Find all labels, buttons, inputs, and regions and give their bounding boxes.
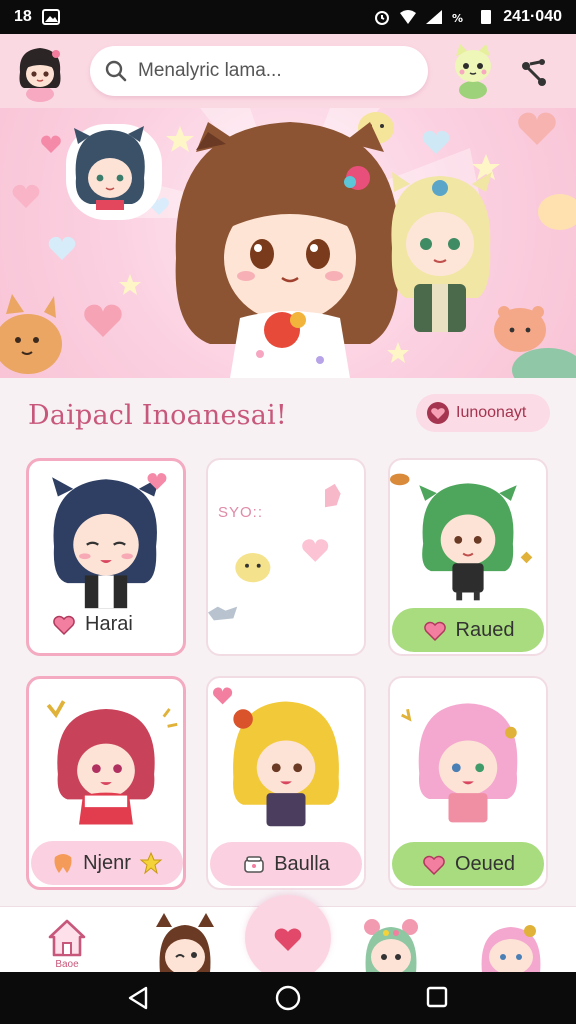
tooth-icon xyxy=(54,854,72,873)
sticker-blue-girl xyxy=(66,124,162,220)
heart-icon xyxy=(53,615,75,636)
pink-hair-avatar-icon xyxy=(481,925,541,973)
heart-icon xyxy=(423,621,446,642)
nav-character-pink[interactable] xyxy=(474,907,548,973)
nav-home[interactable]: Baoe xyxy=(40,907,94,973)
hero-banner[interactable] xyxy=(0,108,576,378)
character-portrait xyxy=(401,703,518,823)
status-time-right: 241·040 xyxy=(503,8,562,25)
profile-avatar[interactable] xyxy=(12,42,68,102)
search-icon xyxy=(105,60,127,82)
card-label-pill: Njenr xyxy=(31,841,183,885)
card-label-pill: Oeued xyxy=(392,842,544,886)
character-card-6[interactable]: Oeued xyxy=(388,676,548,890)
favorite-fab[interactable] xyxy=(245,895,331,981)
nav-character-green[interactable] xyxy=(356,907,426,973)
bottom-nav: Baoe xyxy=(0,895,576,981)
main-character xyxy=(175,122,400,378)
search-input[interactable] xyxy=(138,60,408,82)
recents-icon[interactable] xyxy=(426,986,448,1008)
top-app-bar xyxy=(0,34,576,108)
character-portrait xyxy=(390,473,533,601)
svg-text:%: % xyxy=(452,12,463,25)
blonde-character xyxy=(391,172,492,332)
character-portrait xyxy=(46,700,178,825)
nav-home-label: Baoe xyxy=(55,959,79,970)
battery-icon xyxy=(481,10,492,24)
character-portrait xyxy=(213,687,339,827)
data-icon: % xyxy=(452,12,463,25)
character-card-1[interactable]: Harai xyxy=(26,458,186,656)
character-card-2[interactable]: SYO:: xyxy=(206,458,366,656)
section-action-label: Iunoonayt xyxy=(456,404,527,421)
fox-character xyxy=(0,294,62,374)
heart-badge-icon xyxy=(427,402,449,424)
search-bar[interactable] xyxy=(90,46,428,96)
character-section: Daipacl Inoanesai! Iunoonayt Harai SYO::… xyxy=(0,378,576,908)
card-label-pill: Raued xyxy=(392,608,544,652)
brown-cat-avatar-icon xyxy=(156,913,214,973)
home-icon xyxy=(48,919,86,957)
alarm-icon xyxy=(375,11,390,25)
card-label-pill: Baulla xyxy=(210,842,362,886)
cat-mascot-icon[interactable] xyxy=(448,42,498,100)
home-circle-icon[interactable] xyxy=(275,985,301,1011)
nav-character-brown[interactable] xyxy=(150,907,220,973)
character-portrait xyxy=(52,473,167,609)
app-screen: 18 % 241·040 Menalyric lama... Daipacl I… xyxy=(0,0,576,1024)
heart-icon xyxy=(274,928,302,951)
status-bar: 18 % 241·040 xyxy=(0,0,576,34)
section-title: Daipacl Inoanesai! xyxy=(28,400,287,431)
hero-illustration xyxy=(0,108,576,378)
signal-icon xyxy=(426,10,443,24)
share-icon[interactable] xyxy=(518,56,550,88)
back-icon[interactable] xyxy=(126,986,150,1010)
green-hair-avatar-icon xyxy=(364,919,418,973)
rice-cooker-icon xyxy=(244,856,264,873)
card-label: Harai xyxy=(51,611,133,637)
gallery-icon xyxy=(41,9,60,25)
star-icon xyxy=(139,851,163,875)
section-action-button[interactable]: Iunoonayt xyxy=(416,394,550,432)
card-decor xyxy=(208,483,341,621)
status-time-left: 18 xyxy=(14,8,32,25)
system-nav-bar xyxy=(0,972,576,1024)
wifi-icon xyxy=(400,10,417,24)
heart-icon xyxy=(423,855,445,876)
character-card-3[interactable]: Raued xyxy=(388,458,548,656)
character-card-5[interactable]: Baulla xyxy=(206,676,366,890)
character-card-4[interactable]: Njenr xyxy=(26,676,186,890)
